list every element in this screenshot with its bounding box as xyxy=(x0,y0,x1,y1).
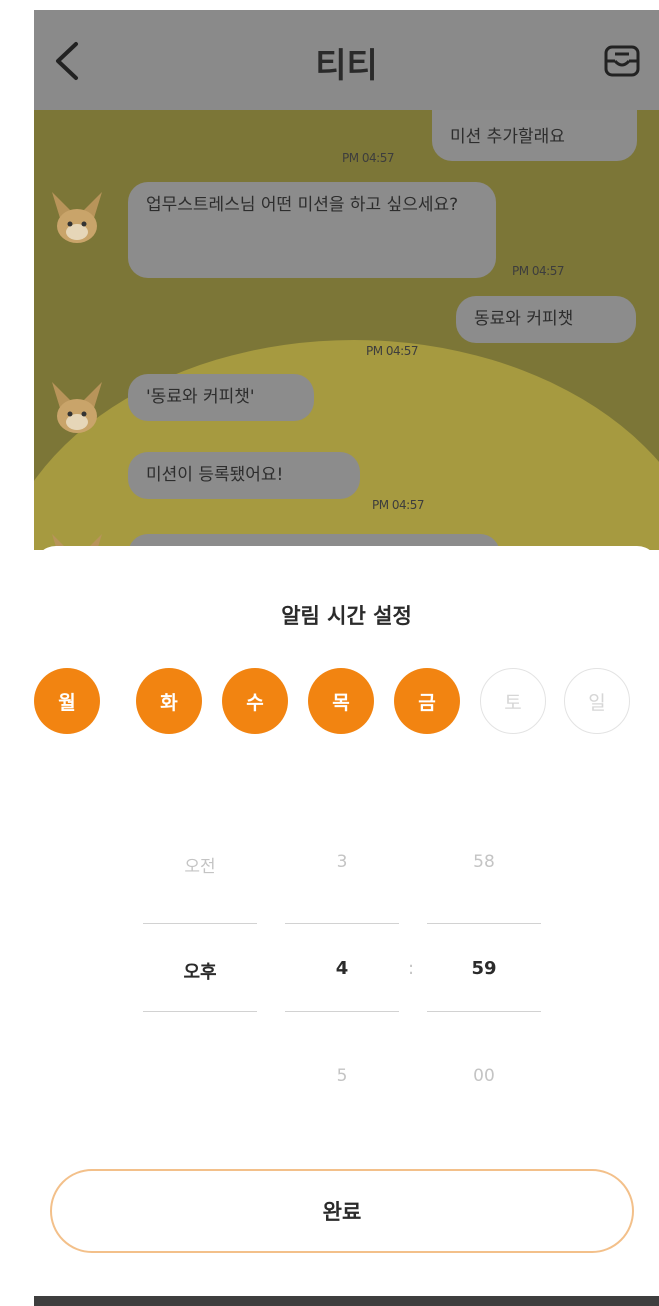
done-button[interactable]: 완료 xyxy=(50,1169,634,1253)
picker-divider xyxy=(427,923,541,924)
bottom-edge-bar xyxy=(34,1296,659,1306)
chat-area[interactable]: 미션 추가할래요 PM 04:57 업무스트레스님 어떤 미션을 하고 싶으세요… xyxy=(34,110,659,550)
minute-option[interactable]: 00 xyxy=(426,1066,542,1086)
day-sun[interactable]: 일 xyxy=(564,668,630,734)
day-wed[interactable]: 수 xyxy=(222,668,288,734)
message-bubble-bot: '동료와 커피챗' xyxy=(128,374,314,421)
minute-option[interactable]: 58 xyxy=(426,852,542,872)
message-time: PM 04:57 xyxy=(342,151,395,165)
message-time: PM 04:57 xyxy=(512,264,565,278)
message-text: 동료와 커피챗 xyxy=(474,309,574,329)
hour-option[interactable]: 5 xyxy=(284,1066,400,1086)
hour-option[interactable]: 3 xyxy=(284,852,400,872)
message-text: 업무스트레스님 어떤 미션을 하고 싶으세요? xyxy=(146,195,459,215)
alarm-time-sheet: 알림 시간 설정 월 화 수 목 금 토 일 오전 오후 3 4 5 : 58 … xyxy=(34,546,659,1296)
sheet-title: 알림 시간 설정 xyxy=(281,604,412,628)
phone-screen: 티티 미션 추가할래요 PM 04:57 업무스트레스님 어떤 미션을 하고 싶… xyxy=(34,10,659,1306)
inbox-icon[interactable] xyxy=(603,44,641,78)
message-bubble-bot: 미션이 등록됐어요! xyxy=(128,452,360,499)
message-text: 미션 추가할래요 xyxy=(450,127,565,147)
hour-selected[interactable]: 4 xyxy=(284,958,400,979)
day-sat[interactable]: 토 xyxy=(480,668,546,734)
picker-divider xyxy=(285,923,399,924)
message-time: PM 04:57 xyxy=(366,344,419,358)
day-fri[interactable]: 금 xyxy=(394,668,460,734)
minute-selected[interactable]: 59 xyxy=(426,958,542,979)
picker-divider xyxy=(143,923,257,924)
bot-avatar-icon xyxy=(52,382,102,433)
picker-divider xyxy=(427,1011,541,1012)
message-time: PM 04:57 xyxy=(372,498,425,512)
message-bubble-user: 미션 추가할래요 xyxy=(432,110,637,161)
ampm-option[interactable]: 오전 xyxy=(142,852,258,877)
day-thu[interactable]: 목 xyxy=(308,668,374,734)
background-glow xyxy=(34,340,659,550)
time-separator: : xyxy=(408,958,415,979)
app-header: 티티 xyxy=(34,10,659,110)
message-text: 미션이 등록됐어요! xyxy=(146,465,284,485)
day-mon[interactable]: 월 xyxy=(34,668,100,734)
message-bubble-user: 동료와 커피챗 xyxy=(456,296,636,343)
picker-divider xyxy=(285,1011,399,1012)
day-tue[interactable]: 화 xyxy=(136,668,202,734)
ampm-selected[interactable]: 오후 xyxy=(142,958,258,984)
bot-avatar-icon xyxy=(52,192,102,243)
message-text: '동료와 커피챗' xyxy=(146,387,255,407)
message-bubble-bot: 업무스트레스님 어떤 미션을 하고 싶으세요? xyxy=(128,182,496,278)
picker-divider xyxy=(143,1011,257,1012)
page-title: 티티 xyxy=(315,46,378,86)
